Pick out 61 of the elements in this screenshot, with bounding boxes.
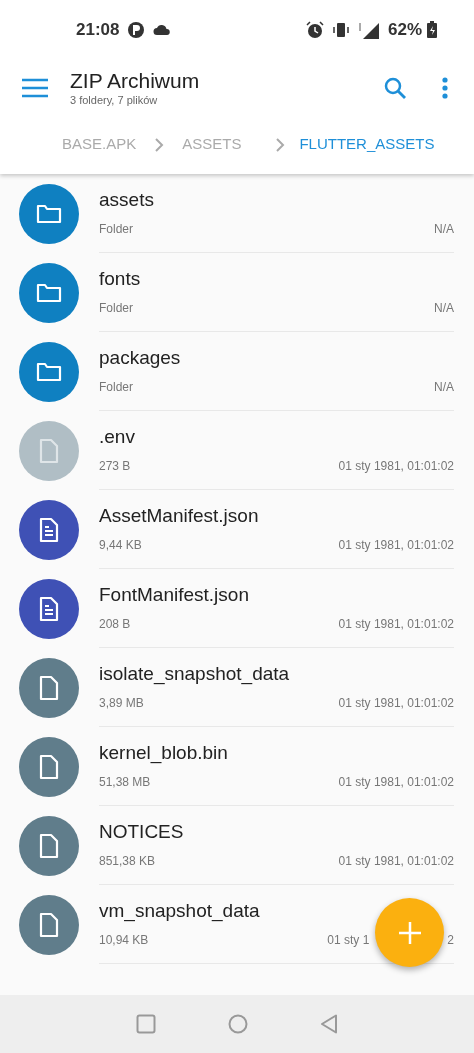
file-row[interactable]: AssetManifest.json 9,44 KB 01 sty 1981, 01:01:02 [0, 490, 474, 569]
home-button[interactable] [228, 1014, 248, 1034]
clock-time: 21:08 [76, 19, 120, 42]
file-date: 01 sty 1981, 01:01:02 [338, 774, 454, 791]
search-icon [383, 75, 407, 100]
chevron-icon [275, 136, 286, 153]
chevron-icon [154, 136, 165, 153]
file-row[interactable]: kernel_blob.bin 51,38 MB 01 sty 1981, 01:01:02 [0, 727, 474, 806]
file-row[interactable]: isolate_snapshot_data 3,89 MB 01 sty 1981, 01:01:02 [0, 648, 474, 727]
file-date: N/A [434, 300, 454, 317]
add-button[interactable] [375, 898, 444, 967]
file-date: 01 sty 1981, 01:01:02 [338, 853, 454, 870]
app-notification-icon [127, 21, 146, 39]
file-size: 208 B [99, 616, 131, 633]
file-size: 51,38 MB [99, 774, 151, 791]
file-size: Folder [99, 379, 133, 396]
signal-icon [357, 21, 380, 39]
app-title: ZIP Archiwum [70, 68, 201, 93]
file-size: 3,89 MB [99, 695, 144, 712]
alarm-icon [305, 21, 324, 39]
file-row[interactable]: assets Folder N/A [0, 174, 474, 253]
vibrate-icon [331, 22, 350, 38]
file-date-end: 2 [447, 932, 454, 949]
file-row[interactable]: FontManifest.json 208 B 01 sty 1981, 01:01:02 [0, 569, 474, 648]
file-name: assets [99, 188, 155, 212]
breadcrumb-tab[interactable]: FLUTTER_ASSETS [299, 133, 435, 156]
battery-icon [426, 21, 438, 39]
file-date: N/A [434, 221, 454, 238]
recents-button[interactable] [136, 1014, 156, 1034]
file-row[interactable]: .env 273 B 01 sty 1981, 01:01:02 [0, 411, 474, 490]
file-name: NOTICES [99, 820, 185, 844]
file-date: 01 sty 1981, 01:01:02 [338, 616, 454, 633]
file-row[interactable]: fonts Folder N/A [0, 253, 474, 332]
file-date: 01 sty 1 [327, 932, 370, 949]
file-date: N/A [434, 379, 454, 396]
file-name: fonts [99, 267, 142, 291]
file-row[interactable]: packages Folder N/A [0, 332, 474, 411]
file-name: .env [99, 425, 136, 449]
file-size: Folder [99, 221, 133, 238]
back-button[interactable] [320, 1014, 338, 1034]
file-date: 01 sty 1981, 01:01:02 [338, 537, 454, 554]
file-size: 10,94 KB [99, 932, 149, 949]
file-size: 9,44 KB [99, 537, 142, 554]
more-icon [442, 76, 448, 99]
cloud-icon [153, 24, 172, 36]
file-name: packages [99, 346, 182, 370]
plus-icon [396, 919, 423, 946]
file-size: Folder [99, 300, 133, 317]
file-name: isolate_snapshot_data [99, 662, 291, 686]
file-date: 01 sty 1981, 01:01:02 [338, 695, 454, 712]
file-size: 273 B [99, 458, 131, 475]
app-subtitle: 3 foldery, 7 plików [70, 92, 159, 107]
menu-icon [22, 77, 48, 98]
file-row[interactable]: NOTICES 851,38 KB 01 sty 1981, 01:01:02 [0, 806, 474, 885]
battery-percent: 62% [387, 19, 422, 42]
file-name: AssetManifest.json [99, 504, 260, 528]
file-name: FontManifest.json [99, 583, 250, 607]
file-name: vm_snapshot_data [99, 899, 261, 923]
file-size: 851,38 KB [99, 853, 156, 870]
file-date: 01 sty 1981, 01:01:02 [338, 458, 454, 475]
file-name: kernel_blob.bin [99, 741, 229, 765]
